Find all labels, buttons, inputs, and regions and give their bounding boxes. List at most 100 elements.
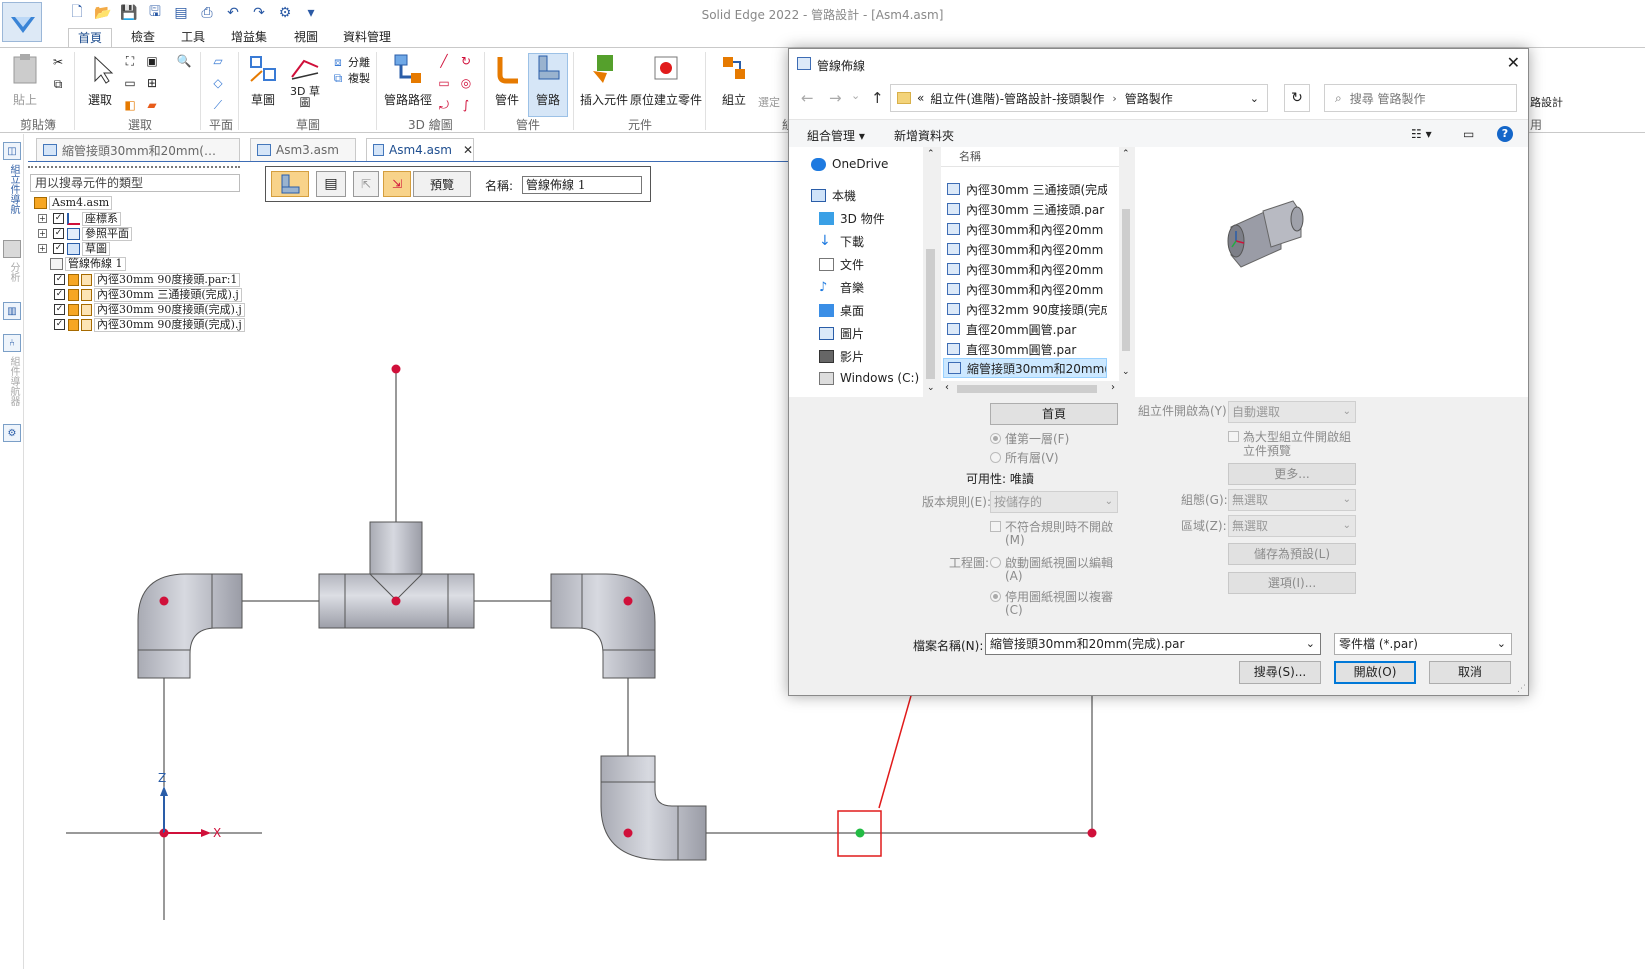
view-options-icon[interactable]: ☷ ▾: [1411, 127, 1432, 141]
plane-normal-icon[interactable]: ⟋: [210, 97, 226, 113]
file-list-scrollbar[interactable]: ⌃ ⌄: [1119, 147, 1133, 381]
file-item-selected[interactable]: 縮管接頭30mm和20mm(完: [943, 358, 1107, 378]
route-node[interactable]: [623, 596, 633, 606]
nav-pictures[interactable]: 圖片: [819, 325, 864, 342]
file-list-hscrollbar[interactable]: ‹ ›: [941, 381, 1119, 397]
copy-icon[interactable]: ⧉: [50, 76, 66, 92]
nav-documents[interactable]: 文件: [819, 256, 864, 273]
pipe-button[interactable]: 管路: [531, 52, 565, 108]
select-box-icon[interactable]: ▭: [122, 75, 138, 91]
tab-tools[interactable]: 工具: [172, 28, 214, 48]
file-item[interactable]: 內徑30mm和內徑20mm 三: [943, 259, 1107, 279]
sketch3d-button[interactable]: 3D 草圖: [288, 52, 322, 108]
file-item[interactable]: 內徑30mm和內徑20mm 三: [943, 279, 1107, 299]
search-input[interactable]: ⌕ 搜尋 管路製作: [1324, 84, 1517, 112]
nav-desktop[interactable]: 桌面: [819, 302, 864, 319]
more-button[interactable]: 更多...: [1228, 463, 1356, 485]
elbow-fitting-bottom[interactable]: [600, 755, 707, 861]
open-file-icon[interactable]: 📂: [92, 3, 114, 23]
tab-view[interactable]: 視圖: [285, 28, 327, 48]
breadcrumb-overflow[interactable]: «: [917, 91, 924, 105]
pipe-step-button[interactable]: [271, 171, 309, 197]
customize-icon[interactable]: ⚙: [274, 3, 296, 23]
circle-icon[interactable]: ◎: [458, 75, 474, 91]
tab-addins[interactable]: 增益集: [222, 28, 276, 48]
file-item[interactable]: 內徑30mm和內徑20mm 90: [943, 219, 1107, 239]
nav-windows-c[interactable]: Windows (C:): [819, 371, 919, 385]
select-color-icon[interactable]: ▰: [144, 97, 160, 113]
pipe-path-button[interactable]: 管路路徑: [384, 52, 432, 108]
curve-icon[interactable]: ∫: [458, 97, 474, 113]
elbow-fitting-right[interactable]: [550, 573, 656, 679]
nav-downloads[interactable]: ↓ 下載: [819, 233, 864, 250]
chevron-down-icon[interactable]: ⌄: [1250, 92, 1259, 105]
nav-pane-scrollbar[interactable]: ⌃ ⌄: [923, 147, 939, 397]
tab-inspect[interactable]: 檢查: [122, 28, 164, 48]
trim-icon[interactable]: ⤾: [436, 97, 452, 113]
select-group-icon[interactable]: ⊞: [144, 75, 160, 91]
tab-data-management[interactable]: 資料管理: [334, 28, 400, 48]
close-tab-icon[interactable]: ✕: [463, 143, 473, 157]
breadcrumb-item[interactable]: 組立件(進階)-管路設計-接頭製作: [930, 90, 1104, 107]
nav-3d-objects[interactable]: 3D 物件: [819, 210, 885, 227]
refresh-icon[interactable]: ↻: [1284, 84, 1310, 112]
find-icon[interactable]: 🔍: [176, 53, 192, 69]
back-arrow-icon[interactable]: ←: [801, 89, 814, 107]
route-node[interactable]: [159, 596, 169, 606]
chevron-down-icon[interactable]: ⌄: [1306, 634, 1315, 654]
help-icon[interactable]: ?: [1497, 126, 1513, 142]
first-level-radio[interactable]: 僅第一層(F): [990, 430, 1069, 447]
route-node[interactable]: [391, 364, 401, 374]
new-folder-button[interactable]: 新增資料夾: [894, 127, 954, 144]
active-route-node[interactable]: [855, 828, 865, 838]
preview-pane-icon[interactable]: ▭: [1463, 127, 1474, 141]
filename-input[interactable]: 縮管接頭30mm和20mm(完成).par ⌄: [985, 633, 1321, 655]
organize-menu[interactable]: 組合管理 ▾: [807, 127, 865, 144]
column-header-name[interactable]: 名稱: [941, 147, 1121, 167]
settings-icon[interactable]: ⚙: [3, 424, 21, 442]
open-as-select[interactable]: 自動選取 ⌄: [1228, 401, 1356, 423]
file-item[interactable]: 內徑30mm 三通接頭.par: [943, 199, 1107, 219]
file-item[interactable]: 內徑30mm 三通接頭(完成).: [943, 179, 1107, 199]
pathfinder-resize-handle[interactable]: [28, 166, 240, 171]
doc-tab-asm4[interactable]: Asm4.asm ✕: [366, 138, 474, 162]
forward-arrow-icon[interactable]: →: [829, 89, 842, 107]
select-tool-icon[interactable]: ▣: [144, 53, 160, 69]
assembly-pathfinder-tab[interactable]: 組立件導航: [6, 164, 21, 214]
filetype-select[interactable]: 零件檔 (*.par) ⌄: [1334, 633, 1512, 655]
nav-onedrive[interactable]: OneDrive: [811, 157, 888, 171]
copy-sketch-button[interactable]: ⧉ 複製: [330, 70, 370, 86]
resize-grip-icon[interactable]: ⋰: [1517, 684, 1526, 694]
open-button[interactable]: 開啟(O): [1334, 661, 1416, 684]
nav-music[interactable]: ♪ 音樂: [819, 279, 864, 296]
doc-tab-reducer[interactable]: 縮管接頭30mm和20mm(…: [36, 138, 240, 162]
layout-tab[interactable]: 組件導航器: [6, 356, 21, 406]
file-item[interactable]: 直徑20mm圓管.par: [943, 319, 1107, 339]
paste-button[interactable]: 貼上: [8, 52, 42, 108]
revision-rule-select[interactable]: 按儲存的 ⌄: [990, 491, 1118, 513]
print-icon[interactable]: ⎙: [196, 3, 218, 23]
qat-dropdown-icon[interactable]: ▾: [300, 3, 322, 23]
file-item[interactable]: 直徑30mm圓管.par: [943, 339, 1107, 359]
zone-select[interactable]: 無選取 ⌄: [1228, 515, 1356, 537]
create-in-place-button[interactable]: 原位建立零件: [630, 52, 702, 108]
route-node[interactable]: [1087, 828, 1097, 838]
options-button[interactable]: ▤: [316, 171, 346, 197]
line-icon[interactable]: ╱: [436, 53, 452, 69]
select-filter-icon[interactable]: ⛶: [122, 53, 138, 69]
redo-icon[interactable]: ↷: [248, 3, 270, 23]
tab-home[interactable]: 首頁: [68, 28, 113, 48]
config-select[interactable]: 無選取 ⌄: [1228, 489, 1356, 511]
analysis-tab[interactable]: 分析: [6, 262, 21, 282]
sketch-button[interactable]: 草圖: [246, 52, 280, 108]
assemble-button[interactable]: 組立: [717, 52, 751, 108]
save-default-button[interactable]: 儲存為預設(L): [1228, 543, 1356, 565]
save-icon[interactable]: 💾: [118, 3, 140, 23]
route-node[interactable]: [391, 596, 401, 606]
options-button[interactable]: 選項(I)...: [1228, 572, 1356, 594]
nav-this-pc[interactable]: 本機: [811, 187, 856, 204]
plane-angle-icon[interactable]: ◇: [210, 75, 226, 91]
tee-fitting[interactable]: [318, 521, 475, 629]
rectangle-icon[interactable]: ▭: [436, 75, 452, 91]
properties-icon[interactable]: ▤: [170, 3, 192, 23]
